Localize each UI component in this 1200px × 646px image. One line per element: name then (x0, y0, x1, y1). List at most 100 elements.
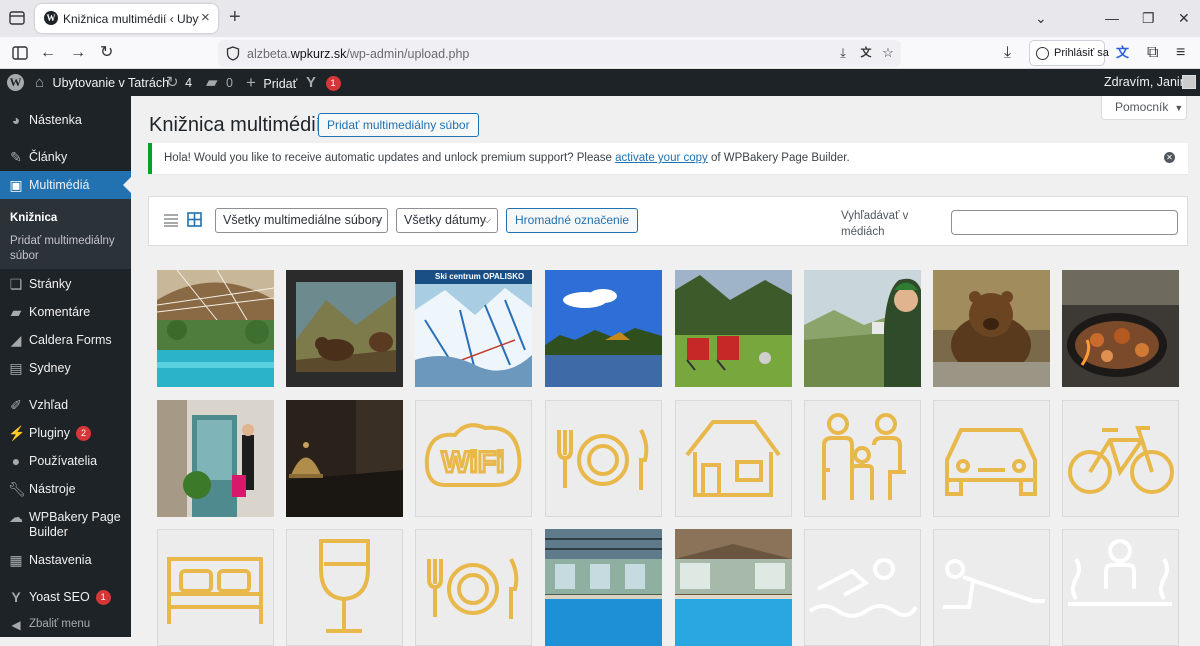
grid-view-icon[interactable] (187, 212, 202, 227)
close-icon[interactable]: × (201, 10, 215, 26)
back-arrow-icon[interactable]: ← (40, 44, 56, 62)
media-type-select[interactable]: Všetky multimediálne súbory ⌵ (215, 208, 388, 233)
date-select[interactable]: Všetky dátumy ⌵ (396, 208, 498, 233)
media-item-wine-icon[interactable] (286, 529, 403, 646)
sidebar-item-media[interactable]: ▣ Multimédiá (0, 171, 131, 199)
sidebar-item-label: Pluginy 2 (29, 426, 91, 441)
grill-photo (1062, 270, 1179, 387)
minimize-icon[interactable]: — (1105, 10, 1119, 26)
forward-arrow-icon[interactable]: → (70, 44, 86, 62)
yoast-label: Yoast SEO (29, 590, 90, 604)
sidebar-item-posts[interactable]: ✎ Články (0, 143, 131, 171)
restore-icon[interactable]: ❐ (1142, 10, 1155, 26)
media-item-family-icon[interactable] (804, 400, 921, 517)
tab-list-icon[interactable] (8, 9, 26, 27)
help-tab-button[interactable]: Pomocník ▼ (1101, 96, 1187, 120)
media-item-aquapark[interactable] (157, 270, 274, 387)
sidebar-item-label: Komentáre (29, 305, 91, 319)
media-item-pushup-icon[interactable] (933, 529, 1050, 646)
notice-text-end: of WPBakery Page Builder. (707, 152, 850, 164)
brush-icon: ✐ (10, 397, 22, 413)
admin-bar-yoast[interactable]: Y 1 (306, 69, 341, 96)
sidebar-item-settings[interactable]: ▦ Nastavenia (0, 546, 131, 574)
signin-button[interactable]: Prihlásiť sa (1029, 40, 1109, 66)
dismiss-icon[interactable]: ✕ (1164, 152, 1175, 163)
woman-mountains-photo (804, 270, 921, 387)
sidebar-item-appearance[interactable]: ✐ Vzhľad (0, 391, 131, 419)
translate-icon[interactable]: 文 (858, 45, 874, 61)
tab-overflow-chevron-icon[interactable]: ⌄ (1035, 10, 1047, 26)
plugin-icon: ⚡ (8, 425, 26, 441)
yoast-icon: Y (11, 589, 21, 605)
sidebar-item-yoast[interactable]: Y Yoast SEO 1 (0, 583, 131, 611)
url-text[interactable]: alzbeta.wpkurz.sk/wp-admin/upload.php (247, 47, 469, 61)
media-item-car-icon[interactable] (933, 400, 1050, 517)
list-view-icon[interactable] (164, 213, 178, 227)
window-close-icon[interactable]: ✕ (1178, 10, 1190, 26)
bulk-select-button[interactable]: Hromadné označenie (506, 208, 639, 233)
media-item-bicycle-icon[interactable] (1062, 400, 1179, 517)
media-item-dining-icon-2[interactable] (415, 529, 532, 646)
sidebar-toggle-icon[interactable] (12, 45, 28, 61)
media-item-ski-map[interactable]: Ski centrum OPALISKO (415, 270, 532, 387)
sidebar-item-label: Vzhľad (29, 398, 69, 412)
activate-link[interactable]: activate your copy (615, 152, 708, 164)
submenu-add-new[interactable]: Pridať multimediálny súbor (10, 234, 120, 264)
bookmark-star-icon[interactable]: ☆ (880, 45, 896, 61)
menu-icon[interactable]: ≡ (1176, 44, 1185, 62)
media-item-grill[interactable] (1062, 270, 1179, 387)
media-item-bear[interactable] (933, 270, 1050, 387)
media-item-woman-mountains[interactable] (804, 270, 921, 387)
translator-extension-icon[interactable]: 文 (1116, 44, 1129, 62)
admin-bar-new[interactable]: + Pridať (246, 69, 297, 96)
wifi-icon: WiFi (424, 423, 522, 487)
add-new-media-button[interactable]: Pridať multimediálny súbor (318, 113, 479, 137)
media-item-reception-bell[interactable] (286, 400, 403, 517)
media-item-wifi-icon[interactable]: WiFi (415, 400, 532, 517)
sidebar-item-sydney[interactable]: ▤ Sydney (0, 354, 131, 382)
media-item-swimmer-icon[interactable] (804, 529, 921, 646)
sidebar-item-dashboard[interactable]: ◕ Nástenka (0, 106, 131, 134)
sydney-icon: ▤ (9, 360, 23, 376)
media-item-house-icon[interactable] (675, 400, 792, 517)
url-bar[interactable]: alzbeta.wpkurz.sk/wp-admin/upload.php ⤓ … (218, 40, 901, 67)
sidebar-item-caldera[interactable]: ◢ Caldera Forms (0, 326, 131, 354)
media-item-hotel-entrance[interactable] (157, 400, 274, 517)
media-item-dining-icon[interactable] (545, 400, 662, 517)
media-item-sauna-icon[interactable] (1062, 529, 1179, 646)
downloads-icon[interactable]: ⤓ (1004, 44, 1011, 62)
reload-icon[interactable]: ↻ (100, 44, 113, 62)
admin-sidebar: ◕ Nástenka ✎ Články ▣ Multimédiá Knižnic… (0, 96, 131, 637)
browser-tab-active[interactable]: W Knižnica multimédií ‹ Ubytovanie v × (35, 4, 218, 33)
sidebar-item-wpbakery[interactable]: ☁ WPBakery Page Builder (0, 503, 131, 543)
wordpress-logo-icon[interactable]: W (7, 74, 24, 91)
avatar[interactable] (1182, 75, 1196, 89)
media-item-bear-diorama[interactable] (286, 270, 403, 387)
sidebar-item-comments[interactable]: ▰ Komentáre (0, 298, 131, 326)
wrench-icon: 🔧︎ (8, 481, 26, 497)
new-tab-icon[interactable]: + (229, 7, 241, 27)
collapse-menu-button[interactable]: ◀ Zbaliť menu (0, 611, 131, 639)
media-item-lake[interactable] (545, 270, 662, 387)
chevron-down-icon: ⌵ (483, 215, 491, 226)
admin-bar-comments[interactable]: ▰ 0 (206, 69, 233, 96)
download-page-icon[interactable]: ⤓ (835, 45, 851, 61)
media-item-bed-icon[interactable] (157, 529, 274, 646)
chevron-down-icon: ⌵ (373, 215, 381, 226)
notice-message: Hola! Would you like to receive automati… (164, 152, 850, 164)
sidebar-item-users[interactable]: ● Používatelia (0, 447, 131, 475)
media-item-pool-1[interactable] (545, 529, 662, 646)
yoast-badge: 1 (325, 76, 341, 91)
media-item-pool-2[interactable] (675, 529, 792, 646)
admin-bar-account[interactable]: Zdravím, Janino (1104, 69, 1194, 96)
admin-bar-site[interactable]: ⌂ Ubytovanie v Tatrách (35, 69, 169, 96)
search-input[interactable] (951, 210, 1178, 235)
shield-icon[interactable] (226, 46, 240, 61)
sidebar-item-plugins[interactable]: ⚡ Pluginy 2 (0, 419, 131, 447)
sidebar-item-pages[interactable]: ❏ Stránky (0, 270, 131, 298)
submenu-library[interactable]: Knižnica (10, 211, 57, 226)
media-item-meadow-chairs[interactable] (675, 270, 792, 387)
admin-bar-updates[interactable]: ↻ 4 (166, 69, 192, 96)
extensions-icon[interactable]: ⧉ (1147, 44, 1158, 62)
sidebar-item-tools[interactable]: 🔧︎ Nástroje (0, 475, 131, 503)
